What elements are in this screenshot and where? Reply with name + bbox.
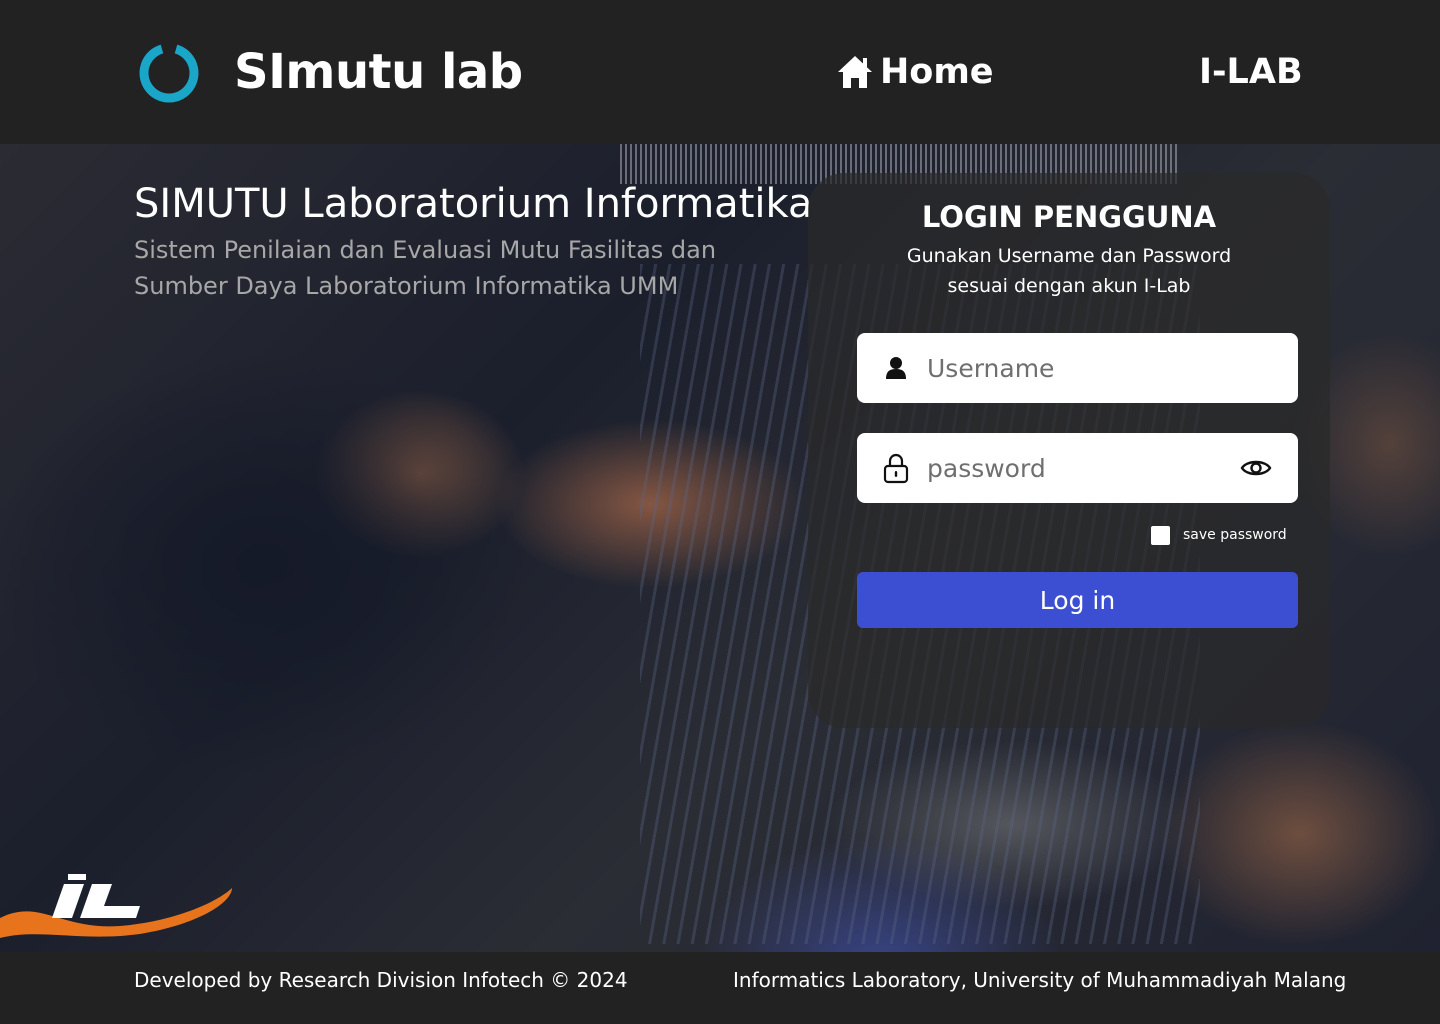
nav-home-link[interactable]: Home: [836, 52, 994, 92]
password-input[interactable]: [925, 447, 1229, 489]
nav-home-label: Home: [880, 52, 994, 92]
footer-institution: Informatics Laboratory, University of Mu…: [733, 968, 1347, 992]
login-description: Gunakan Username dan Password sesuai den…: [808, 241, 1330, 301]
nav-ilab-link[interactable]: I-LAB: [1199, 52, 1303, 92]
laboratorium-teknik-informatika-logo: [0, 874, 232, 938]
login-description-text: Gunakan Username dan Password sesuai den…: [906, 245, 1232, 297]
home-icon: [838, 56, 872, 88]
user-icon: [883, 353, 909, 383]
top-navbar: SImutu lab Home I-LAB: [0, 0, 1440, 145]
password-field[interactable]: [857, 433, 1298, 503]
show-password-eye-icon[interactable]: [1240, 454, 1272, 482]
ring-logo-icon: [139, 44, 199, 103]
save-password-label: save password: [1183, 527, 1287, 543]
lock-icon: [883, 453, 909, 484]
hero-title: SIMUTU Laboratorium Informatika: [134, 181, 813, 227]
save-password-row[interactable]: save password: [1151, 525, 1287, 545]
login-button[interactable]: Log in: [857, 572, 1298, 628]
save-password-checkbox[interactable]: [1151, 525, 1170, 545]
login-title: LOGIN PENGGUNA: [921, 200, 1217, 234]
footer-credit: Developed by Research Division Infotech …: [134, 968, 628, 992]
brand-title[interactable]: SImutu lab: [234, 44, 523, 100]
username-input[interactable]: [925, 347, 1229, 389]
footer: Developed by Research Division Infotech …: [0, 952, 1440, 1024]
hero-subtitle: Sistem Penilaian dan Evaluasi Mutu Fasil…: [134, 236, 717, 300]
username-field[interactable]: [857, 333, 1298, 403]
